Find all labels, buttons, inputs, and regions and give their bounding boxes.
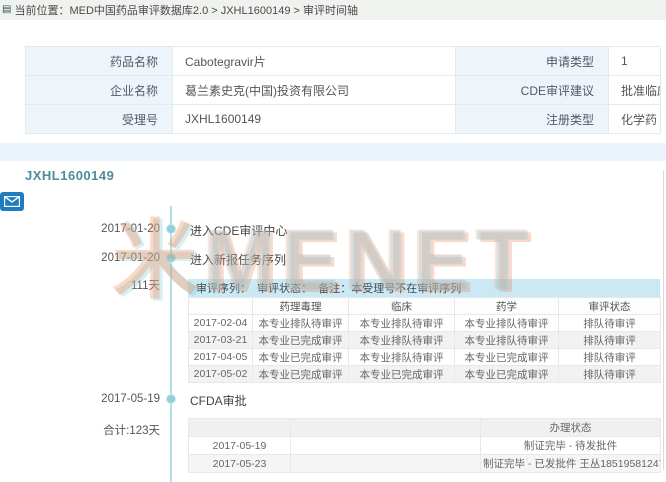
cell-empty [291,437,481,455]
event-date: 2017-01-20 [40,223,160,235]
cell-pharmtox: 本专业已完成审评 [253,349,349,366]
cell-clinical: 本专业排队待审评 [349,315,455,332]
cell-date: 2017-04-05 [189,349,253,366]
info-value-application-type: 1 [609,47,661,76]
info-value-acceptance-no: JXHL1600149 [173,105,456,134]
info-label-application-type: 申请类型 [456,47,609,76]
cell-pharmacy: 本专业已完成审评 [455,349,559,366]
header-cell-pharmacy: 药学 [455,298,559,315]
table-header-row: 药理毒理 临床 药学 审评状态 [189,298,661,315]
cell-date: 2017-05-23 [189,455,291,473]
table-row: 2017-05-23 制证完毕 - 已发批件 王丛18519581247 [189,455,661,473]
info-label-drug-name: 药品名称 [26,47,173,76]
event-label: 进入新报任务序列 [190,251,286,268]
timeline-dot [166,224,176,234]
cell-clinical: 本专业排队待审评 [349,349,455,366]
section-band [0,143,666,161]
cell-clinical: 本专业已完成审评 [349,366,455,383]
event-label: CFDA审批 [190,392,247,409]
breadcrumb: ▤ 当前位置：MED中国药品审评数据库2.0 > JXHL1600149 > 审… [0,0,666,20]
cell-pharmacy: 本专业排队待审评 [455,332,559,349]
cell-date: 2017-05-19 [189,437,291,455]
table-header-row: 办理状态 [189,419,661,437]
cell-date: 2017-03-21 [189,332,253,349]
table-row: 2017-04-05 本专业已完成审评 本专业排队待审评 本专业已完成审评 排队… [189,349,661,366]
cell-status: 排队待审评 [559,349,661,366]
timeline-dot [166,253,176,263]
total-days-label: 合计:123天 [40,422,160,438]
review-sequence-header: 审评序列： 审评状态： 备注：本受理号不在审评序列 [188,279,660,297]
timeline-dot [166,394,176,404]
cell-date: 2017-02-04 [189,315,253,332]
cell-status: 制证完毕 - 待发批件 [481,437,661,455]
cell-clinical: 本专业排队待审评 [349,332,455,349]
drug-info-table: 药品名称 Cabotegravir片 申请类型 1 企业名称 葛兰素史克(中国)… [25,46,660,134]
table-row: 2017-03-21 本专业已完成审评 本专业排队待审评 本专业排队待审评 排队… [189,332,661,349]
header-cell-empty [291,419,481,437]
cell-pharmtox: 本专业已完成审评 [253,332,349,349]
info-label-cde-advice: CDE审评建议 [456,76,609,105]
cell-status: 制证完毕 - 已发批件 王丛18519581247 [481,455,661,473]
info-label-acceptance-no: 受理号 [26,105,173,134]
header-cell-empty [189,298,253,315]
envelope-icon[interactable] [0,192,24,211]
duration-label: 111天 [40,277,160,293]
table-row: 2017-05-02 本专业已完成审评 本专业已完成审评 本专业已完成审评 排队… [189,366,661,383]
cell-pharmacy: 本专业排队待审评 [455,315,559,332]
page-edge-divider [663,170,664,470]
cell-pharmtox: 本专业排队待审评 [253,315,349,332]
list-icon: ▤ [2,5,11,15]
timeline-line [170,206,172,482]
header-cell-review-status: 审评状态 [559,298,661,315]
table-row: 2017-05-19 制证完毕 - 待发批件 [189,437,661,455]
info-value-cde-advice: 批准临床 [609,76,661,105]
info-value-company: 葛兰素史克(中国)投资有限公司 [173,76,456,105]
cell-pharmacy: 本专业已完成审评 [455,366,559,383]
info-value-registration-type: 化学药 [609,105,661,134]
header-cell-empty [189,419,291,437]
review-timeline-page: ▤ 当前位置：MED中国药品审评数据库2.0 > JXHL1600149 > 审… [0,0,666,482]
cell-empty [291,455,481,473]
event-label: 进入CDE审评中心 [190,222,287,239]
cell-pharmtox: 本专业已完成审评 [253,366,349,383]
cell-status: 排队待审评 [559,366,661,383]
table-row: 2017-02-04 本专业排队待审评 本专业排队待审评 本专业排队待审评 排队… [189,315,661,332]
breadcrumb-text[interactable]: 当前位置：MED中国药品审评数据库2.0 > JXHL1600149 > 审评时… [14,2,358,18]
handling-status-table: 办理状态 2017-05-19 制证完毕 - 待发批件 2017-05-23 制… [188,418,661,473]
event-date: 2017-05-19 [40,393,160,405]
cell-date: 2017-05-02 [189,366,253,383]
cell-status: 排队待审评 [559,315,661,332]
cell-status: 排队待审评 [559,332,661,349]
event-date: 2017-01-20 [40,252,160,264]
header-cell-pharmtox: 药理毒理 [253,298,349,315]
header-cell-clinical: 临床 [349,298,455,315]
page-title: JXHL1600149 [25,168,114,183]
info-label-company: 企业名称 [26,76,173,105]
info-value-drug-name: Cabotegravir片 [173,47,456,76]
review-status-table: 药理毒理 临床 药学 审评状态 2017-02-04 本专业排队待审评 本专业排… [188,297,661,383]
header-cell-handling-status: 办理状态 [481,419,661,437]
info-label-registration-type: 注册类型 [456,105,609,134]
